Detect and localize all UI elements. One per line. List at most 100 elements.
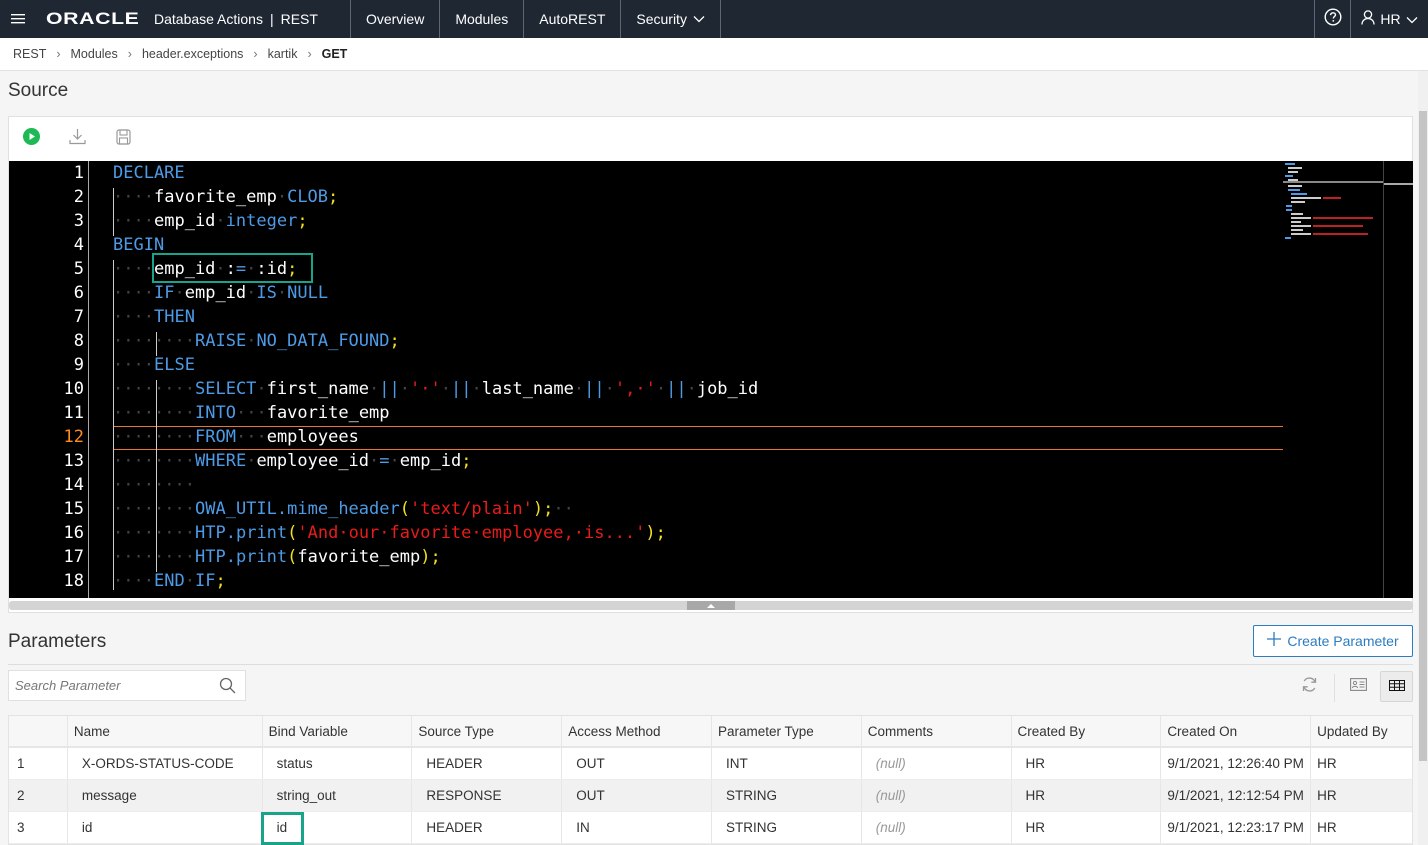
column-header-bind-variable[interactable]: Bind Variable [263, 716, 413, 746]
table-view-icon [1388, 678, 1405, 696]
cell-created-on: 9/1/2021, 12:12:54 PM [1161, 780, 1312, 811]
cell-access-method[interactable]: IN [562, 812, 712, 843]
refresh-button[interactable] [1297, 671, 1321, 702]
hamburger-icon[interactable] [0, 0, 36, 38]
cell-parameter-type[interactable]: STRING [712, 780, 862, 811]
card-view-button[interactable] [1345, 671, 1371, 702]
chevron-right-icon: › [253, 47, 258, 61]
search-icon[interactable] [219, 677, 236, 699]
editor-scroll-thumb[interactable] [1384, 183, 1413, 185]
search-parameter-field[interactable] [8, 670, 246, 701]
cell-bind-variable[interactable]: status [263, 748, 413, 779]
line-number: 13 [63, 451, 84, 471]
resize-grip-button[interactable] [687, 601, 735, 610]
code-line[interactable]: ········WHERE·employee_id·=·emp_id; [113, 449, 471, 473]
cell-name[interactable]: X-ORDS-STATUS-CODE [68, 748, 263, 779]
minimap-line [1285, 175, 1293, 177]
save-button[interactable] [114, 128, 132, 148]
help-circle-icon [1323, 7, 1342, 31]
help-button[interactable] [1314, 0, 1351, 38]
code-line[interactable]: ····emp_id·integer; [113, 209, 308, 233]
cell-bind-variable[interactable]: string_out [263, 780, 413, 811]
code-editor[interactable]: 1 2 3 4 5 6 7 8 9 10 11 12 13 14 15 16 17 18 DECLARE ····f… [9, 161, 1413, 598]
nav-modules[interactable]: Modules [440, 0, 525, 38]
cell-parameter-type[interactable]: STRING [712, 812, 862, 843]
column-header-created-by[interactable]: Created By [1012, 716, 1162, 746]
code-line[interactable]: ········OWA_UTIL.mime_header('text/plain… [113, 497, 574, 521]
cell-name[interactable]: message [68, 780, 263, 811]
code-line[interactable]: ····favorite_emp·CLOB; [113, 185, 338, 209]
breadcrumb-template[interactable]: kartik [268, 47, 298, 61]
code-content[interactable]: DECLARE ····favorite_emp·CLOB; ····emp_id·… [113, 161, 1283, 598]
column-header-updated-by[interactable]: Updated By [1311, 716, 1412, 746]
page-vertical-scrollbar[interactable] [1418, 71, 1428, 845]
parameters-table: Name Bind Variable Source Type Access Me… [8, 715, 1413, 845]
table-row[interactable]: 1 X-ORDS-STATUS-CODE status HEADER OUT I… [9, 748, 1412, 780]
minimap-line [1291, 213, 1303, 215]
card-view-icon [1349, 677, 1367, 696]
nav-security[interactable]: Security [621, 0, 721, 38]
nav-autorest[interactable]: AutoREST [524, 0, 622, 38]
code-line[interactable]: DECLARE [113, 161, 185, 185]
line-number: 3 [73, 211, 84, 231]
line-number: 15 [63, 499, 84, 519]
code-line[interactable]: ········ [113, 473, 195, 497]
run-button[interactable] [22, 128, 40, 148]
minimap-line [1288, 171, 1298, 173]
minimap-line [1286, 205, 1292, 207]
refresh-icon [1301, 676, 1318, 698]
caret-up-icon [707, 603, 715, 608]
section-name: REST [280, 11, 318, 27]
column-header-comments[interactable]: Comments [862, 716, 1012, 746]
line-number: 5 [73, 259, 84, 279]
cell-source-type[interactable]: RESPONSE [412, 780, 563, 811]
code-line[interactable]: ····ELSE [113, 353, 195, 377]
column-header-created-on[interactable]: Created On [1161, 716, 1312, 746]
breadcrumb-rest[interactable]: REST [13, 47, 46, 61]
code-line[interactable]: ········HTP.print(favorite_emp); [113, 545, 441, 569]
code-line[interactable]: ········RAISE·NO_DATA_FOUND; [113, 329, 400, 353]
source-title: Source [8, 80, 69, 101]
page-scroll-thumb[interactable] [1419, 111, 1427, 761]
code-line[interactable]: ········HTP.print('And·our·favorite·empl… [113, 521, 666, 545]
cell-comments[interactable]: (null) [862, 812, 1012, 843]
user-menu[interactable]: HR [1351, 0, 1428, 38]
download-button[interactable] [68, 129, 86, 148]
cell-comments[interactable]: (null) [862, 780, 1012, 811]
cell-source-type[interactable]: HEADER [412, 812, 563, 843]
cell-parameter-type[interactable]: INT [712, 748, 862, 779]
code-line[interactable]: ····IF·emp_id·IS·NULL [113, 281, 328, 305]
code-line[interactable]: ····THEN [113, 305, 195, 329]
row-index: 3 [9, 812, 68, 843]
column-header-name[interactable]: Name [68, 716, 263, 746]
search-parameter-input[interactable] [15, 678, 215, 693]
column-header-parameter-type[interactable]: Parameter Type [712, 716, 862, 746]
table-row[interactable]: 2 message string_out RESPONSE OUT STRING… [9, 780, 1412, 812]
line-number: 18 [63, 571, 84, 591]
table-view-button[interactable] [1380, 671, 1413, 702]
bind-variable-id-highlight-box [261, 812, 304, 845]
code-line[interactable]: ········INTO···favorite_emp [113, 401, 390, 425]
column-header-source-type[interactable]: Source Type [412, 716, 563, 746]
breadcrumb-module[interactable]: header.exceptions [142, 47, 243, 61]
cell-name[interactable]: id [68, 812, 263, 843]
nav-overview[interactable]: Overview [351, 0, 441, 38]
cell-comments[interactable]: (null) [862, 748, 1012, 779]
line-number: 7 [73, 307, 84, 327]
column-header-index [9, 716, 68, 746]
code-minimap[interactable] [1283, 161, 1383, 241]
cell-source-type[interactable]: HEADER [412, 748, 563, 779]
table-row[interactable]: 3 id id HEADER IN STRING (null) HR 9/1/2… [9, 812, 1412, 844]
editor-vertical-scrollbar[interactable] [1383, 161, 1413, 598]
create-parameter-button[interactable]: Create Parameter [1253, 625, 1413, 657]
column-header-access-method[interactable]: Access Method [562, 716, 712, 746]
code-line[interactable]: ········FROM···employees [113, 425, 359, 449]
cell-access-method[interactable]: OUT [562, 748, 712, 779]
code-line[interactable]: ········SELECT·first_name·||·'·'·||·last… [113, 377, 758, 401]
breadcrumb-modules[interactable]: Modules [71, 47, 118, 61]
brand[interactable]: ORACLE Database Actions | REST [36, 0, 351, 38]
editor-resize-bar[interactable] [9, 601, 1413, 610]
minimap-line [1323, 197, 1341, 199]
cell-access-method[interactable]: OUT [562, 780, 712, 811]
code-line[interactable]: ····END·IF; [113, 569, 226, 593]
